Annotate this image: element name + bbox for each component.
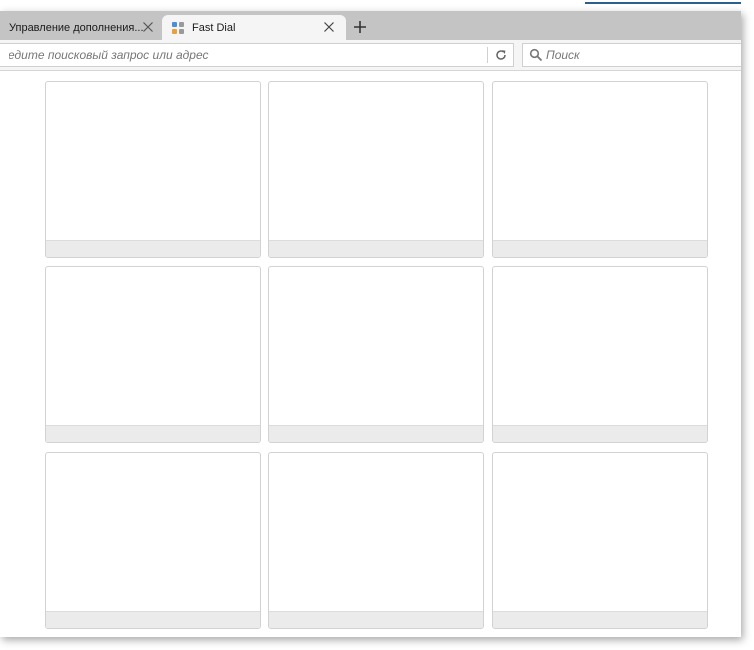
speed-dial-tile[interactable] xyxy=(45,452,261,629)
tab-strip: Управление дополнения... Fast Dial xyxy=(0,11,741,40)
tile-caption xyxy=(46,425,260,442)
speed-dial-tile[interactable] xyxy=(45,266,261,443)
new-tab-plus-icon[interactable] xyxy=(349,16,371,38)
tile-caption xyxy=(269,240,483,257)
navigation-toolbar xyxy=(0,40,741,71)
close-icon[interactable] xyxy=(140,19,156,35)
speed-dial-tile[interactable] xyxy=(492,452,708,629)
speed-dial-tile[interactable] xyxy=(492,81,708,258)
window-accent-line xyxy=(585,2,741,4)
tile-caption xyxy=(46,240,260,257)
speed-dial-page xyxy=(0,71,741,637)
address-bar[interactable] xyxy=(0,43,514,67)
tile-caption xyxy=(46,611,260,628)
fast-dial-icon xyxy=(172,21,184,34)
tile-caption xyxy=(493,425,707,442)
tile-caption xyxy=(493,240,707,257)
tab-fast-dial[interactable]: Fast Dial xyxy=(162,15,346,40)
speed-dial-tile[interactable] xyxy=(268,266,484,443)
search-bar[interactable] xyxy=(522,43,741,67)
tab-addons-manager[interactable]: Управление дополнения... xyxy=(0,15,165,40)
tile-caption xyxy=(269,425,483,442)
tab-title: Управление дополнения... xyxy=(9,21,144,34)
speed-dial-tile[interactable] xyxy=(492,266,708,443)
search-input[interactable] xyxy=(545,44,735,66)
reload-icon[interactable] xyxy=(493,47,509,63)
browser-window: Управление дополнения... Fast Dial xyxy=(0,11,741,637)
speed-dial-tile[interactable] xyxy=(268,81,484,258)
address-input[interactable] xyxy=(0,44,480,66)
search-icon xyxy=(529,48,543,62)
tab-title: Fast Dial xyxy=(192,21,236,34)
speed-dial-tile[interactable] xyxy=(268,452,484,629)
address-bar-divider xyxy=(487,47,488,63)
tile-caption xyxy=(493,611,707,628)
speed-dial-tile[interactable] xyxy=(45,81,261,258)
close-icon[interactable] xyxy=(321,19,337,35)
tile-caption xyxy=(269,611,483,628)
